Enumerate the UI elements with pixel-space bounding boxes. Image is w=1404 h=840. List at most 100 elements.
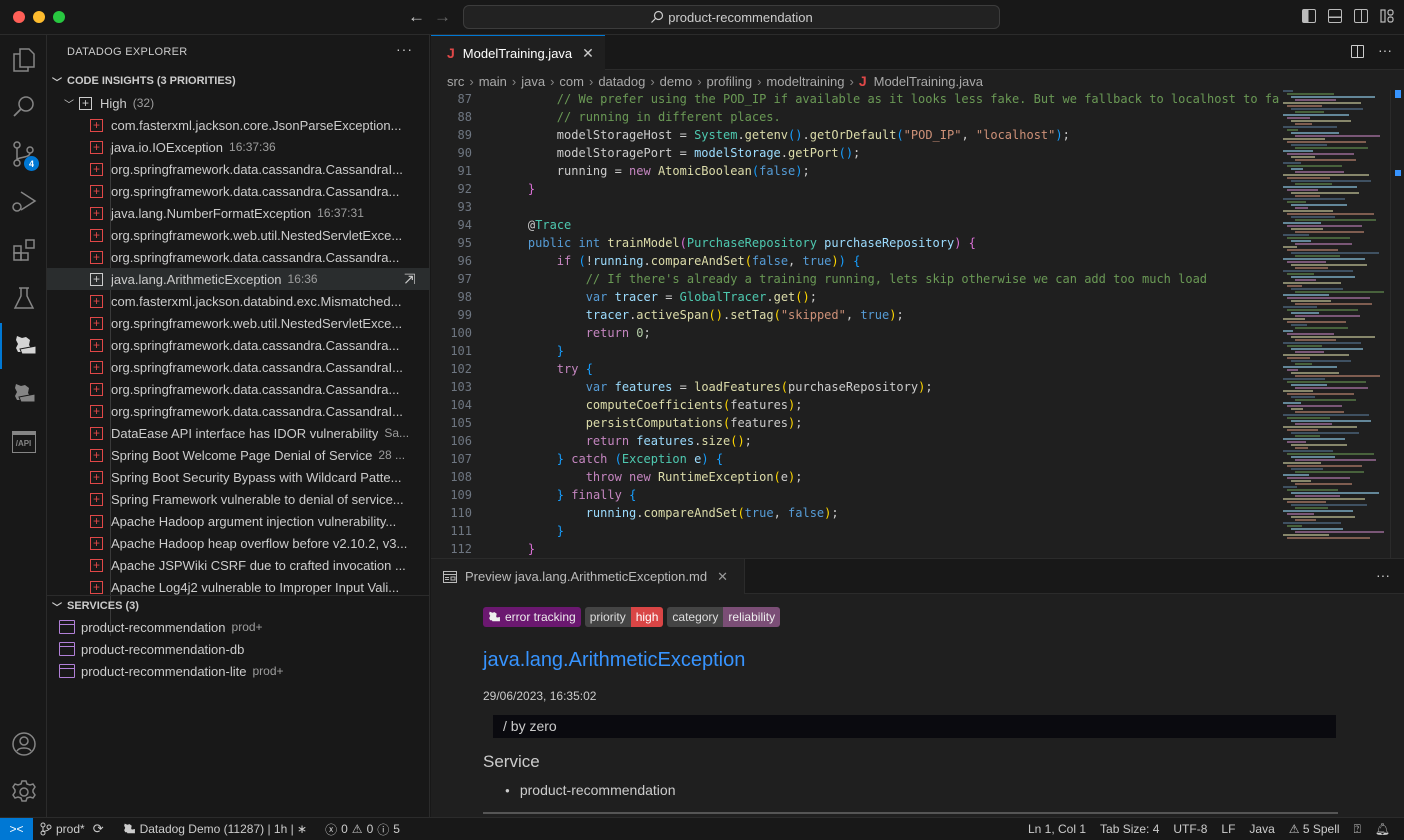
minimap-line — [1287, 261, 1326, 263]
notifications-bell-icon[interactable]: 🔔︎ — [1375, 822, 1390, 836]
code-insights-section-header[interactable]: ﹀ CODE INSIGHTS (3 PRIORITIES) — [47, 70, 430, 92]
minimap-line — [1287, 429, 1318, 431]
datadog-status[interactable]: Datadog Demo (11287) | 1h | ∗ — [122, 822, 307, 836]
insight-label: java.io.IOException — [111, 139, 224, 155]
minimap-line — [1295, 519, 1316, 521]
minimize-window-button[interactable] — [33, 11, 45, 23]
breadcrumb-item[interactable]: src — [447, 74, 464, 89]
insight-item[interactable]: + org.springframework.data.cassandra.Cass… — [47, 158, 430, 180]
minimap-line — [1291, 336, 1375, 338]
insight-description: 16:37:31 — [317, 206, 364, 220]
toggle-primary-sidebar-icon[interactable] — [1302, 9, 1316, 23]
insight-item[interactable]: + Apache Hadoop argument injection vulner… — [47, 510, 430, 532]
sync-icon[interactable]: ⟳ — [93, 821, 104, 837]
breadcrumb-item[interactable]: java — [521, 74, 545, 89]
insight-item[interactable]: + org.springframework.data.cassandra.Cass… — [47, 378, 430, 400]
feedback-icon[interactable]: ⍰ — [1354, 822, 1361, 837]
customize-layout-icon[interactable] — [1380, 9, 1394, 23]
services-section-header[interactable]: ﹀ SERVICES (3) — [47, 595, 430, 617]
insight-item[interactable]: + org.springframework.data.cassandra.Cass… — [47, 356, 430, 378]
code-token: 0 — [636, 326, 644, 340]
service-env: prod+ — [252, 664, 284, 678]
breadcrumb-item[interactable]: main — [479, 74, 507, 89]
insight-item[interactable]: + java.io.IOException 16:37:36 — [47, 136, 430, 158]
activity-accounts[interactable] — [0, 721, 47, 767]
code-line: 94 @Trace — [431, 216, 1276, 234]
minimap[interactable] — [1283, 90, 1393, 558]
service-name: product-recommendation — [519, 782, 676, 798]
activity-manage[interactable] — [0, 769, 47, 815]
code-token: var — [585, 380, 615, 394]
split-editor-icon[interactable] — [1351, 45, 1364, 58]
insight-item[interactable]: + Spring Boot Security Bypass with Wildca… — [47, 466, 430, 488]
end-of-line[interactable]: LF — [1221, 822, 1235, 836]
activity-run-debug[interactable] — [0, 179, 47, 225]
activity-explorer[interactable] — [0, 37, 47, 83]
tab-preview[interactable]: Preview java.lang.ArithmeticException.md… — [431, 559, 745, 594]
insight-item[interactable]: + org.springframework.data.cassandra.Cass… — [47, 180, 430, 202]
activity-extensions[interactable] — [0, 227, 47, 273]
insight-item[interactable]: + org.springframework.data.cassandra.Cass… — [47, 246, 430, 268]
insight-item[interactable]: + java.lang.NumberFormatException 16:37:31 — [47, 202, 430, 224]
breadcrumb-item[interactable]: demo — [660, 74, 693, 89]
activity-datadog[interactable] — [0, 323, 47, 369]
branch-indicator[interactable]: prod* — [40, 822, 85, 836]
problems-indicator[interactable]: ⓧ 0 ⚠ 0 ⓘ 5 — [325, 821, 400, 838]
editor-scrollbar[interactable] — [1390, 90, 1404, 558]
info-icon: ⓘ — [377, 822, 390, 837]
insight-item[interactable]: + Spring Boot Welcome Page Denial of Serv… — [47, 444, 430, 466]
activity-search[interactable] — [0, 83, 47, 129]
insight-item[interactable]: + org.springframework.data.cassandra.Cass… — [47, 334, 430, 356]
insight-item[interactable]: + com.fasterxml.jackson.core.JsonParseExc… — [47, 114, 430, 136]
breadcrumb-item[interactable]: profiling — [707, 74, 753, 89]
code-editor[interactable]: 87 // We prefer using the POD_IP if avai… — [431, 90, 1279, 558]
tab-size[interactable]: Tab Size: 4 — [1100, 822, 1159, 836]
close-preview-icon[interactable]: ✕ — [717, 569, 728, 585]
service-item[interactable]: product-recommendation-lite prod+ — [47, 660, 430, 682]
spell-indicator[interactable]: ⚠ 5 Spell — [1289, 822, 1340, 836]
service-item[interactable]: product-recommendation prod+ — [47, 616, 430, 638]
priority-group-high[interactable]: ﹀ + High (32) — [47, 92, 430, 114]
language-mode[interactable]: Java — [1249, 822, 1274, 836]
toggle-secondary-sidebar-icon[interactable] — [1354, 9, 1368, 23]
service-item[interactable]: product-recommendation-db — [47, 638, 430, 660]
activity-source-control[interactable]: 4 — [0, 131, 47, 177]
insight-item[interactable]: + Spring Framework vulnerable to denial o… — [47, 488, 430, 510]
insight-item[interactable]: + org.springframework.web.util.NestedServ… — [47, 224, 430, 246]
insight-item[interactable]: + java.lang.ArithmeticException 16:36 ⇱ — [47, 268, 430, 290]
close-window-button[interactable] — [13, 11, 25, 23]
preview-more-actions[interactable]: ··· — [1376, 567, 1390, 583]
insight-item[interactable]: + Apache JSPWiki CSRF due to crafted invo… — [47, 554, 430, 576]
insight-item[interactable]: + DataEase API interface has IDOR vulnera… — [47, 422, 430, 444]
breadcrumb-item[interactable]: com — [559, 74, 584, 89]
activity-api[interactable]: /API — [0, 419, 47, 465]
badge-error-tracking: error tracking — [483, 607, 581, 627]
sidebar-more-actions[interactable]: ··· — [396, 41, 413, 57]
editor-more-actions[interactable]: ··· — [1378, 42, 1392, 58]
breadcrumb-item[interactable]: modeltraining — [766, 74, 844, 89]
forward-arrow-icon[interactable]: → — [434, 7, 451, 27]
warning-icon: ⚠ — [1288, 822, 1303, 836]
toggle-panel-icon[interactable] — [1328, 9, 1342, 23]
insight-item[interactable]: + Apache Hadoop heap overflow before v2.1… — [47, 532, 430, 554]
minimap-line — [1287, 297, 1370, 299]
activity-testing[interactable] — [0, 275, 47, 321]
breadcrumb-item[interactable]: ModelTraining.java — [874, 74, 983, 89]
insight-plus-icon: + — [90, 118, 103, 132]
insight-item[interactable]: + org.springframework.web.util.NestedServ… — [47, 312, 430, 334]
remote-indicator[interactable]: >< — [0, 818, 33, 840]
open-external-icon[interactable]: ⇱ — [404, 271, 416, 288]
minimap-line — [1283, 378, 1325, 380]
cursor-position[interactable]: Ln 1, Col 1 — [1028, 822, 1086, 836]
activity-datadog-secondary[interactable] — [0, 371, 47, 417]
insight-item[interactable]: + org.springframework.data.cassandra.Cass… — [47, 400, 430, 422]
command-center-search[interactable]: product-recommendation — [463, 5, 1000, 29]
insight-item[interactable]: + com.fasterxml.jackson.databind.exc.Mism… — [47, 290, 430, 312]
exception-title-link[interactable]: java.lang.ArithmeticException — [483, 649, 1343, 672]
encoding[interactable]: UTF-8 — [1173, 822, 1207, 836]
breadcrumb-item[interactable]: datadog — [598, 74, 645, 89]
maximize-window-button[interactable] — [53, 11, 65, 23]
close-tab-icon[interactable]: ✕ — [582, 45, 594, 62]
back-arrow-icon[interactable]: ← — [408, 7, 425, 27]
tab-model-training[interactable]: J ModelTraining.java ✕ — [431, 35, 605, 70]
